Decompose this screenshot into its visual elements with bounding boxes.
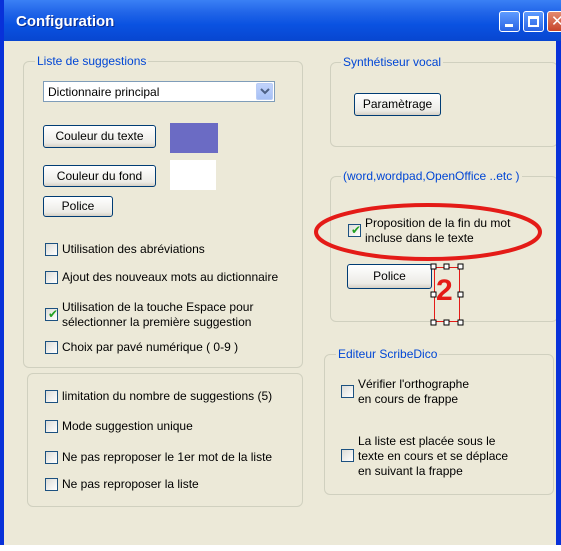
option-label: limitation du nombre de suggestions (5): [62, 389, 273, 403]
voice-group-legend: Synthétiseur vocal: [341, 55, 444, 69]
option-label: Mode suggestion unique: [62, 419, 193, 433]
editor-group-legend: Editeur ScribeDico: [336, 347, 440, 361]
chevron-down-icon: [260, 88, 270, 95]
checkbox[interactable]: [45, 451, 58, 464]
checkbox[interactable]: [341, 385, 354, 398]
checkbox[interactable]: [45, 478, 58, 491]
close-icon: ✕: [551, 12, 561, 30]
suggestions-group-legend: Liste de suggestions: [35, 54, 149, 68]
apps-font-button[interactable]: Police: [347, 264, 432, 289]
option-label: Ne pas reproposer la liste: [62, 477, 199, 491]
selection-handles: [430, 263, 464, 326]
checkbox[interactable]: [45, 341, 58, 354]
option-label-line2: en cours de frappe: [358, 392, 459, 406]
close-button[interactable]: ✕: [547, 11, 561, 32]
window-title: Configuration: [16, 13, 115, 30]
checkbox[interactable]: [45, 390, 58, 403]
apps-group-legend: (word,wordpad,OpenOffice ..etc ): [341, 169, 522, 183]
option-label-line3: en suivant la frappe: [358, 464, 463, 478]
window-right-border: [556, 41, 561, 545]
check-mark-icon: ✔: [48, 307, 59, 321]
bottom-strip: [0, 545, 561, 551]
option-label: Choix par pavé numérique ( 0-9 ): [62, 340, 239, 354]
text-color-swatch[interactable]: [170, 123, 218, 153]
dictionary-select-value: Dictionnaire principal: [48, 85, 160, 99]
option-label-line2: texte en cours et se déplace: [358, 449, 509, 463]
voice-settings-button[interactable]: Paramètrage: [354, 93, 441, 116]
minimize-icon: [505, 24, 513, 27]
dropdown-arrow[interactable]: [256, 83, 273, 100]
option-label: Ajout des nouveaux mots au dictionnaire: [62, 270, 279, 284]
maximize-icon: [528, 16, 539, 27]
option-label-line2: sélectionner la première suggestion: [62, 315, 252, 329]
highlight-ellipse-annotation: [314, 203, 542, 261]
config-window: Configuration ✕ Liste de suggestions Dic…: [0, 0, 561, 545]
option-label: Ne pas reproposer le 1er mot de la liste: [62, 450, 273, 464]
option-label-line1: Utilisation de la touche Espace pour: [62, 300, 254, 314]
dictionary-select[interactable]: Dictionnaire principal: [43, 81, 275, 102]
option-label-line1: Vérifier l'orthographe: [358, 377, 470, 391]
checkbox[interactable]: [45, 271, 58, 284]
text-color-button[interactable]: Couleur du texte: [43, 125, 156, 148]
checkbox[interactable]: [45, 243, 58, 256]
checkbox[interactable]: ✔: [45, 307, 59, 321]
checkbox[interactable]: [45, 420, 58, 433]
title-bar[interactable]: Configuration ✕: [4, 0, 561, 41]
background-color-button[interactable]: Couleur du fond: [43, 165, 156, 187]
option-label-line1: La liste est placée sous le: [358, 434, 496, 448]
font-button[interactable]: Police: [43, 196, 113, 217]
maximize-button[interactable]: [523, 11, 544, 32]
checkbox[interactable]: [341, 449, 354, 462]
minimize-button[interactable]: [499, 11, 520, 32]
option-label: Utilisation des abréviations: [62, 242, 205, 256]
background-color-swatch[interactable]: [170, 160, 216, 190]
